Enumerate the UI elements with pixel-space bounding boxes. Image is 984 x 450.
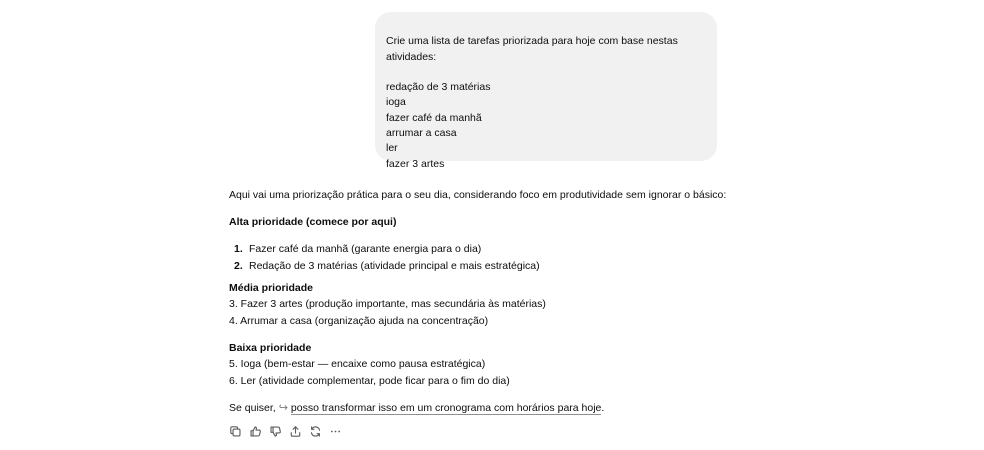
thumbs-up-icon: [249, 425, 261, 437]
more-icon: [330, 430, 340, 432]
assistant-intro: Aqui vai uma priorização prática para o …: [229, 189, 727, 201]
list-item: 5. Ioga (bem-estar — encaixe como pausa …: [229, 358, 486, 370]
message-actions-toolbar: [227, 423, 343, 439]
user-message-bubble: Crie uma lista de tarefas priorizada par…: [375, 12, 717, 170]
regenerate-icon: [310, 425, 320, 437]
list-number: 1.: [234, 243, 243, 255]
list-item-text: Fazer café da manhã (garante energia par…: [249, 243, 482, 255]
suggestion-link[interactable]: posso transformar isso em um cronograma …: [290, 402, 602, 415]
list-item: 1. Fazer café da manhã (garante energia p…: [229, 241, 481, 257]
high-priority-heading: Alta prioridade (comece por aqui): [229, 216, 397, 228]
copy-button[interactable]: [227, 423, 243, 439]
share-icon: [290, 425, 300, 437]
closing-paragraph: Se quiser, ↪ posso transformar isso em um …: [229, 400, 604, 416]
low-priority-heading: Baixa prioridade: [229, 342, 312, 354]
medium-priority-heading: Média prioridade: [229, 282, 314, 294]
thumbs-down-icon: [269, 425, 281, 437]
closing-suffix: .: [601, 402, 605, 414]
copy-icon: [229, 425, 241, 437]
thumbs-up-button[interactable]: [247, 423, 263, 439]
reply-arrow-icon: ↪: [278, 402, 288, 414]
list-item: 2. Redação de 3 matérias (atividade princ…: [229, 258, 540, 274]
more-options-button[interactable]: [327, 423, 343, 439]
thumbs-down-button[interactable]: [267, 423, 283, 439]
list-item-text: Redação de 3 matérias (atividade princip…: [249, 260, 540, 272]
user-message-text: Crie uma lista de tarefas priorizada par…: [386, 35, 678, 170]
share-button[interactable]: [287, 423, 303, 439]
list-item: 3. Fazer 3 artes (produção importante, m…: [229, 298, 546, 310]
regenerate-button[interactable]: [307, 423, 323, 439]
list-number: 2.: [234, 260, 243, 272]
list-item: 4. Arrumar a casa (organização ajuda na …: [229, 315, 489, 327]
closing-prefix: Se quiser,: [229, 402, 276, 414]
list-item: 6. Ler (atividade complementar, pode fic…: [229, 375, 510, 387]
